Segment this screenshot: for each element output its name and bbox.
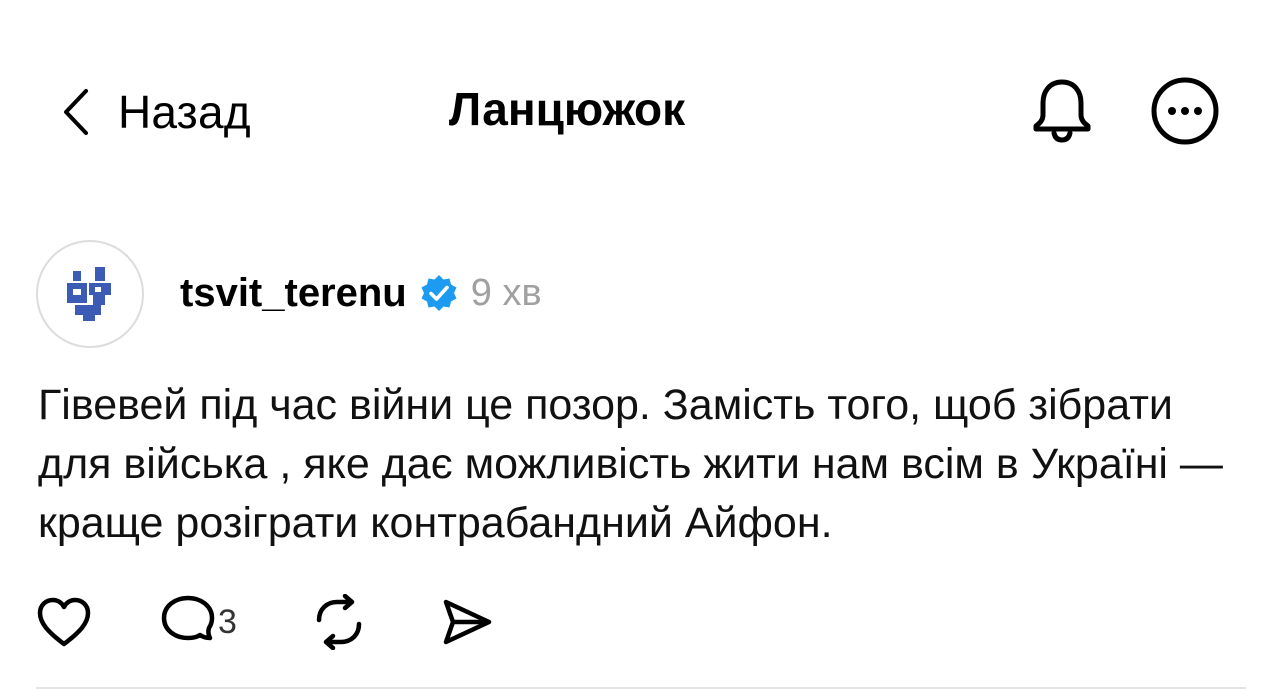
more-options-button[interactable]	[1148, 76, 1222, 150]
send-icon	[437, 592, 497, 652]
page-title-text: Ланцюжок	[448, 83, 686, 135]
post-text: Гівевей під час війни це позор. Замість …	[38, 381, 1223, 547]
notifications-button[interactable]	[1026, 76, 1098, 148]
bell-icon	[1031, 77, 1093, 148]
like-button[interactable]	[34, 592, 94, 652]
share-button[interactable]	[437, 592, 497, 652]
reply-count: 3	[218, 602, 237, 641]
heart-icon	[34, 592, 94, 652]
post-divider	[36, 687, 1246, 689]
post-author-row: tsvit_terenu 9 хв	[180, 268, 542, 318]
brand-logo-avatar	[67, 267, 111, 321]
post-actions: 3	[34, 592, 497, 652]
avatar[interactable]	[36, 240, 144, 348]
comment-icon	[158, 592, 218, 652]
reply-button[interactable]: 3	[158, 592, 237, 652]
post-timestamp: 9 хв	[470, 271, 542, 314]
repost-button[interactable]	[309, 592, 369, 652]
repost-icon	[309, 592, 369, 652]
top-bar: Назад Ланцюжок	[0, 0, 1280, 200]
verified-badge-icon	[419, 273, 459, 313]
username[interactable]: tsvit_terenu	[180, 271, 407, 316]
more-horizontal-icon	[1150, 76, 1220, 151]
